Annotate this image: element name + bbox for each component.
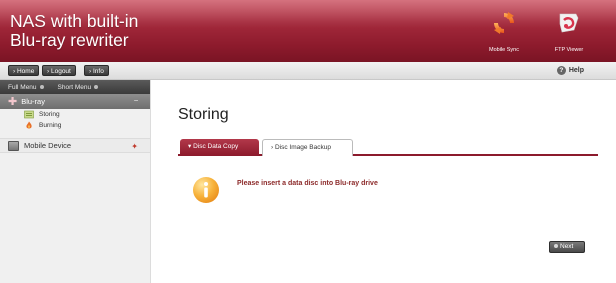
home-button[interactable]: › Home: [8, 65, 40, 76]
ftp-icon: [556, 10, 582, 36]
sidebar-item-burning[interactable]: Burning: [0, 120, 150, 131]
app-header: NAS with built-in Blu-ray rewriter Mobil…: [0, 0, 616, 62]
sidebar-item-storing[interactable]: Storing: [0, 109, 150, 120]
mobile-sync-label: Mobile Sync: [489, 47, 519, 53]
app-title: NAS with built-in Blu-ray rewriter: [10, 12, 138, 50]
storing-icon: [24, 110, 34, 119]
app-title-line1: NAS with built-in: [10, 11, 139, 31]
sidebar-group-label: Blu-ray: [21, 97, 45, 106]
collapse-icon: –: [134, 97, 138, 104]
expand-icon: ✦: [131, 142, 138, 151]
sidebar-item-label: Mobile Device: [24, 141, 72, 150]
help-label: Help: [568, 67, 584, 74]
next-label: Next: [560, 243, 574, 250]
burning-icon: [24, 121, 34, 130]
help-link[interactable]: ? Help: [556, 66, 584, 75]
bullet-icon: [554, 244, 558, 249]
sidebar-item-label: Storing: [39, 111, 60, 118]
sidebar-menu-tabs: Full Menu Short Menu: [0, 80, 150, 94]
mobile-device-icon: [8, 140, 19, 151]
full-menu-tab[interactable]: Full Menu: [8, 84, 44, 91]
info-icon: [192, 176, 220, 204]
logout-button[interactable]: › Logout: [42, 65, 76, 76]
sidebar-group-bluray[interactable]: ✚ Blu-ray –: [0, 94, 150, 109]
sidebar-item-mobile-device[interactable]: Mobile Device ✦: [0, 138, 150, 153]
ftp-viewer-label: FTP Viewer: [554, 47, 584, 53]
sidebar-item-label: Burning: [39, 122, 62, 129]
sidebar: Full Menu Short Menu ✚ Blu-ray – Storing…: [0, 80, 151, 283]
short-menu-label: Short Menu: [57, 83, 92, 91]
full-menu-label: Full Menu: [8, 83, 37, 91]
sync-icon: [491, 10, 517, 36]
tab-disc-data-copy[interactable]: ▾ Disc Data Copy: [180, 139, 259, 156]
bullet-icon: [94, 84, 99, 89]
help-icon: ?: [556, 66, 566, 75]
plus-icon: ✚: [8, 95, 18, 108]
bullet-icon: [39, 84, 44, 89]
mobile-sync-button[interactable]: Mobile Sync: [476, 10, 532, 58]
page-title: Storing: [178, 106, 229, 123]
status-message: Please insert a data disc into Blu-ray d…: [237, 180, 378, 187]
tab-bar: ▾ Disc Data Copy › Disc Image Backup: [178, 139, 598, 156]
short-menu-tab[interactable]: Short Menu: [58, 84, 99, 91]
tab-disc-image-backup[interactable]: › Disc Image Backup: [262, 139, 353, 156]
app-title-line2: Blu-ray rewriter: [10, 30, 129, 50]
ftp-viewer-button[interactable]: FTP Viewer: [541, 10, 597, 58]
top-toolbar: › Home › Logout › Info ? Help: [0, 62, 616, 80]
info-button[interactable]: › Info: [84, 65, 109, 76]
next-button[interactable]: Next: [549, 241, 585, 253]
